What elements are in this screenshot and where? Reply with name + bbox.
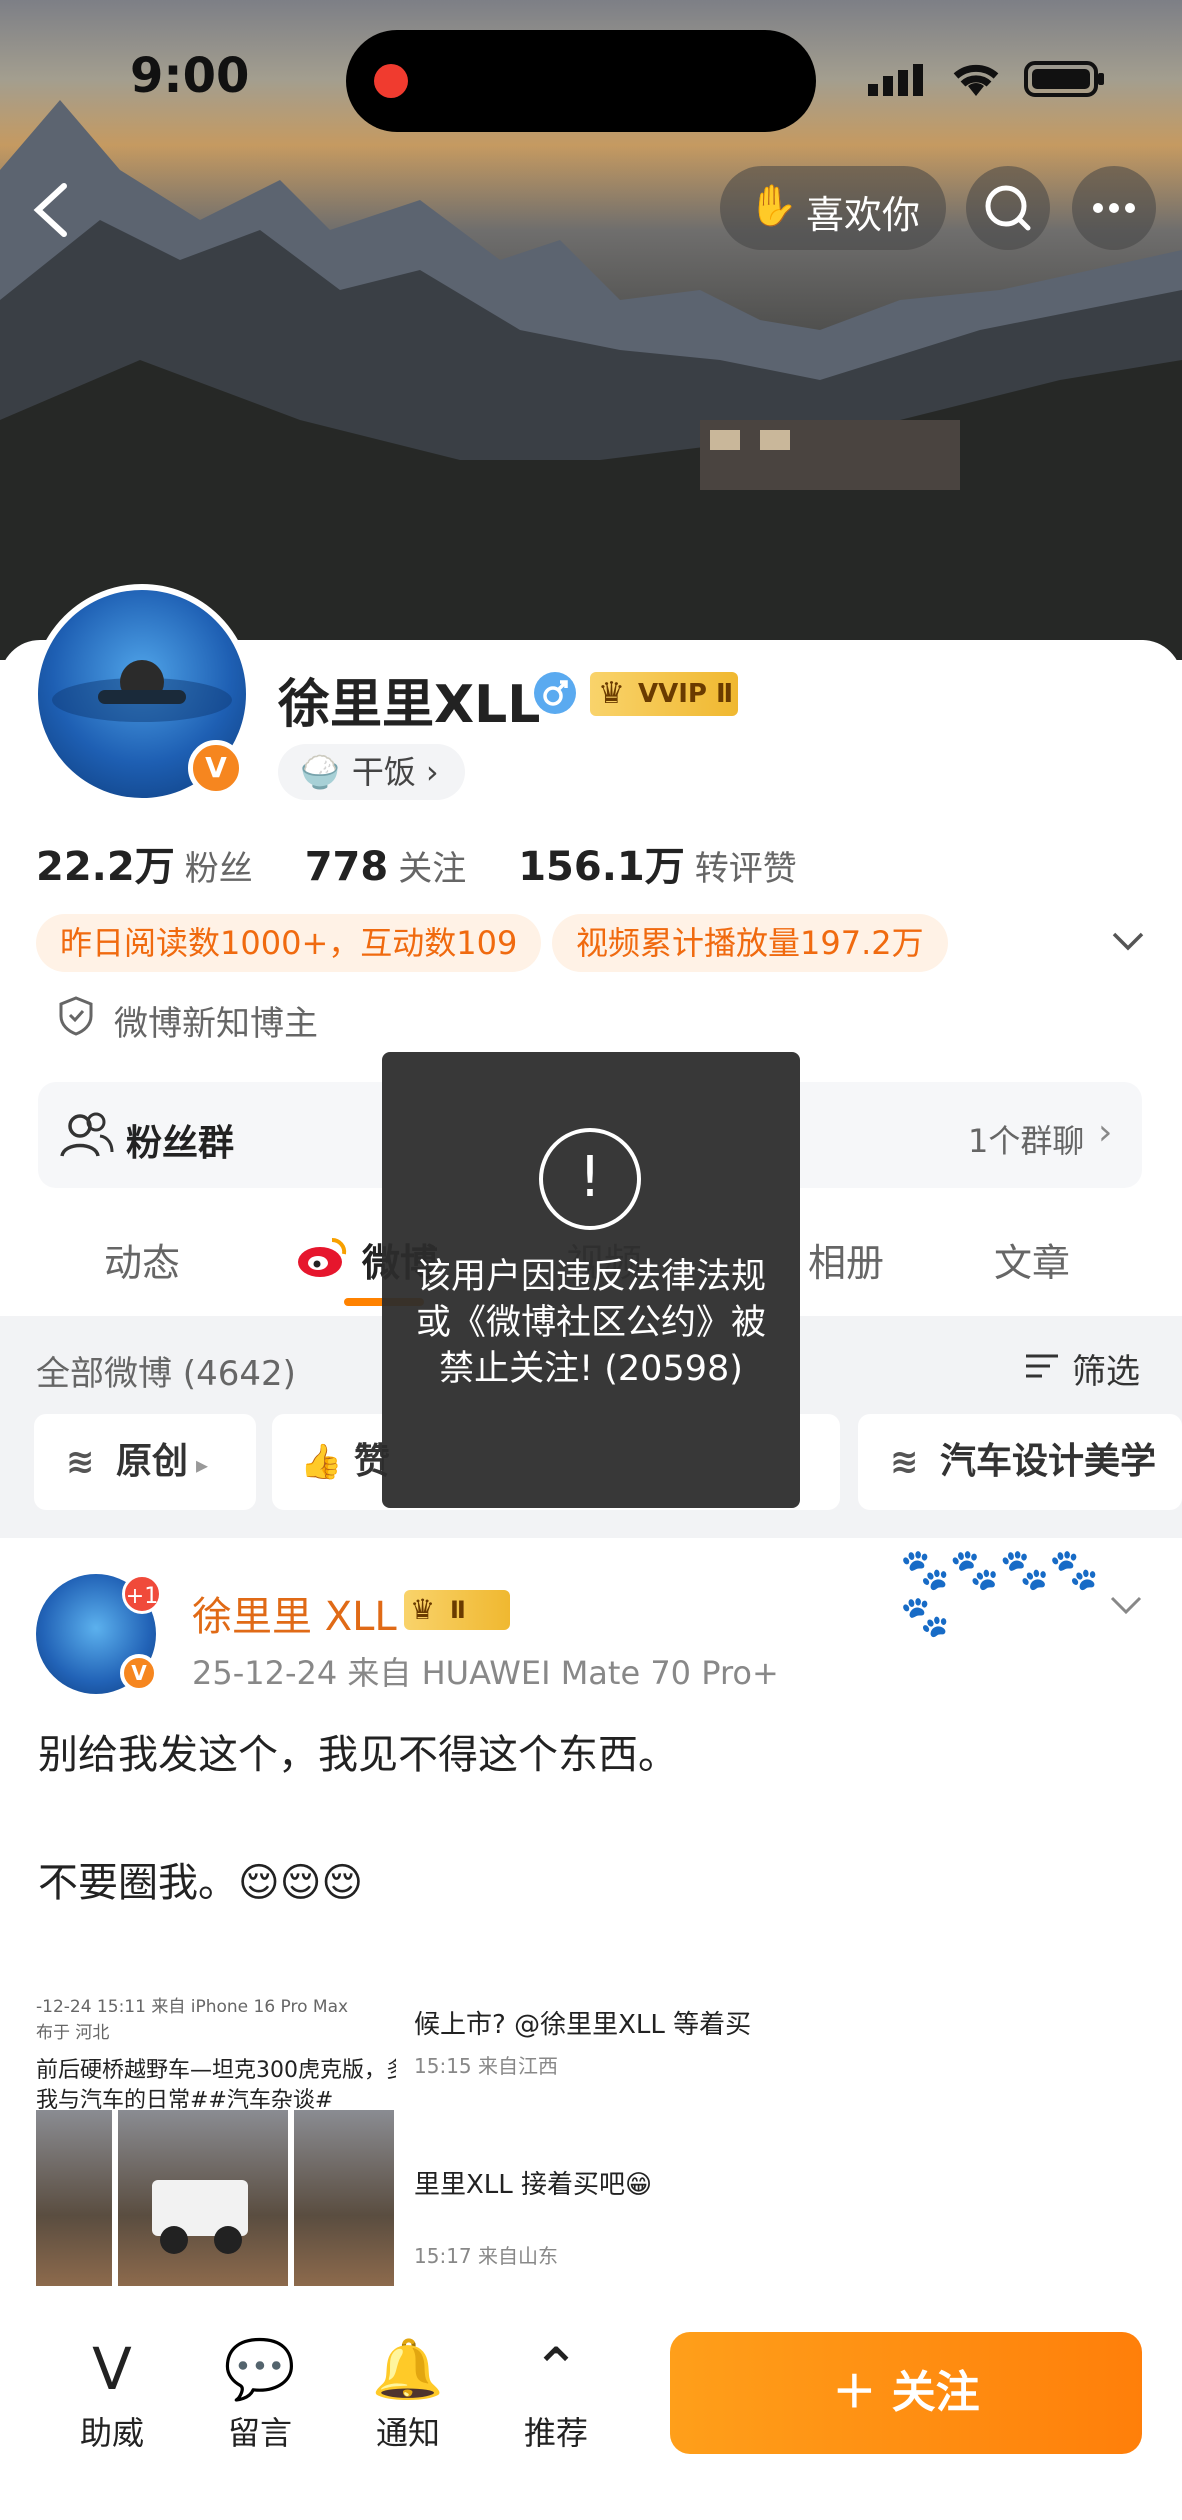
message-icon: 💬 <box>223 2335 297 2403</box>
back-button[interactable] <box>26 178 76 242</box>
wifi-icon <box>948 58 1004 100</box>
chip-original-label: 原创 <box>116 1441 189 1482</box>
fans-label: 粉丝 <box>184 849 253 889</box>
battery-icon <box>1024 60 1106 98</box>
exclamation-icon: ! <box>539 1128 641 1230</box>
chevron-right-icon: › <box>1098 1112 1113 1153</box>
profile-tag[interactable]: 🍚 干饭 › <box>278 744 465 800</box>
post-menu-chevron-down-icon[interactable] <box>1106 1584 1146 1624</box>
likes-count[interactable]: 156.1万 <box>518 844 685 890</box>
embed-comment-1: 候上市? @徐里里XLL 等着买 <box>414 2010 752 2040</box>
cat-paws-decoration-icon: 🐾🐾🐾🐾🐾 <box>900 1547 1100 1640</box>
follow-button[interactable]: ＋ 关注 <box>670 2332 1142 2454</box>
rice-bowl-icon: 🍚 <box>300 753 340 791</box>
message-label: 留言 <box>227 2414 292 2452</box>
like-you-label: 喜欢你 <box>806 193 921 237</box>
back-arrow-icon <box>33 183 67 237</box>
shield-icon <box>56 994 96 1038</box>
fans-group-label: 粉丝群 <box>126 1123 235 1164</box>
post-author[interactable]: 徐里里 XLL <box>192 1584 397 1642</box>
hand-heart-icon: ✋ <box>748 183 798 229</box>
following-count[interactable]: 778 <box>305 844 389 890</box>
post-text-line1: 别给我发这个，我见不得这个东西。 <box>38 1732 678 1778</box>
car-thumbnail-image <box>294 2110 394 2286</box>
post-badge-count: +1 <box>122 1574 162 1614</box>
dynamic-island <box>346 30 816 132</box>
recommend-icon: ⌃ <box>531 2335 581 2403</box>
post-vip-badge: ♛ Ⅱ <box>404 1590 510 1630</box>
message-button[interactable]: 💬 留言 <box>200 2330 320 2454</box>
layers-icon: ≋ <box>66 1442 95 1482</box>
embedded-post-screenshot[interactable]: -12-24 15:11 来自 iPhone 16 Pro Max 布于 河北 … <box>36 1950 396 2286</box>
car-thumbnail-image <box>118 2110 288 2286</box>
embedded-comments-screenshot[interactable]: 候上市? @徐里里XLL 等着买 15:15 来自江西 里里XLL 接着买吧😁 … <box>410 1950 790 2286</box>
more-button[interactable] <box>1072 166 1156 250</box>
cheer-icon: V <box>92 2335 132 2403</box>
embed-comment-2-meta: 15:17 来自山东 <box>414 2244 558 2268</box>
cheer-button[interactable]: V 助威 <box>52 2330 172 2454</box>
fans-group-count: 1个群聊 <box>968 1122 1085 1160</box>
tab-dynamic[interactable]: 动态 <box>104 1232 180 1287</box>
embed-comment-1-meta: 15:15 来自江西 <box>414 2054 558 2078</box>
recommend-button[interactable]: ⌃ 推荐 <box>496 2330 616 2454</box>
embed-text: 前后硬桥越野车—坦克300虎克版，多 <box>36 2058 396 2083</box>
recommend-label: 推荐 <box>523 2414 588 2452</box>
notify-button[interactable]: 🔔 通知 <box>348 2330 468 2454</box>
post-text-line2: 不要圈我。😌😌😌 <box>38 1860 364 1906</box>
crown-icon: ♛ <box>598 676 625 711</box>
status-time: 9:00 <box>130 48 250 104</box>
filter-button[interactable]: 筛选 <box>1072 1344 1140 1393</box>
profile-stats: 22.2万 粉丝 778 关注 156.1万 转评赞 <box>36 834 849 892</box>
cheer-label: 助威 <box>79 2414 144 2452</box>
notify-label: 通知 <box>375 2414 440 2452</box>
recording-dot-icon <box>374 64 408 98</box>
video-stats-pill[interactable]: 视频累计播放量197.2万 <box>552 914 948 972</box>
vvip-badge[interactable]: ♛ VVIP Ⅱ <box>590 672 738 716</box>
group-users-icon <box>60 1110 114 1160</box>
embed-comment-2: 里里XLL 接着买吧😁 <box>414 2170 653 2200</box>
all-weibo-count[interactable]: 全部微博 (4642) <box>36 1346 296 1395</box>
layers-icon: ≋ <box>890 1442 919 1482</box>
search-button[interactable] <box>966 166 1050 250</box>
embed-location: 布于 河北 <box>36 2023 110 2043</box>
post-meta: 25-12-24 来自 HUAWEI Mate 70 Pro+ <box>192 1654 779 1692</box>
following-label: 关注 <box>398 849 467 889</box>
tab-article[interactable]: 文章 <box>994 1232 1070 1287</box>
search-icon <box>985 185 1031 231</box>
chevron-right-icon: › <box>425 753 439 791</box>
read-stats-pill[interactable]: 昨日阅读数1000+，互动数109 <box>36 914 542 972</box>
role-label: 微博新知博主 <box>114 1004 318 1044</box>
weibo-logo-icon <box>294 1232 350 1282</box>
chip-car-design[interactable]: ≋ 汽车设计美学 <box>858 1414 1182 1510</box>
verified-v-icon: V <box>188 740 244 796</box>
crown-icon: ♛ <box>410 1593 436 1626</box>
signal-icon <box>866 62 926 98</box>
error-toast: ! 该用户因违反法律法规或《微博社区公约》被禁止关注! (20598) <box>382 1052 800 1508</box>
toast-message: 该用户因违反法律法规或《微博社区公约》被禁止关注! (20598) <box>415 1257 766 1389</box>
fans-count[interactable]: 22.2万 <box>36 844 175 890</box>
profile-tag-label: 干饭 <box>351 753 416 791</box>
verified-v-icon: V <box>120 1654 158 1692</box>
thumb-up-icon: 👍 <box>300 1442 343 1482</box>
like-you-button[interactable]: ✋ 喜欢你 <box>720 166 946 250</box>
likes-label: 转评赞 <box>694 849 797 889</box>
chip-original[interactable]: ≋ 原创 ▸ <box>34 1414 256 1510</box>
embed-meta: -12-24 15:11 来自 iPhone 16 Pro Max <box>36 1997 349 2017</box>
male-icon <box>534 672 576 714</box>
tab-album[interactable]: 相册 <box>808 1232 884 1287</box>
bell-icon: 🔔 <box>371 2335 445 2403</box>
expand-chevron-down-icon[interactable] <box>1108 920 1148 960</box>
chip-car-design-label: 汽车设计美学 <box>940 1441 1157 1482</box>
more-icon <box>1093 203 1135 213</box>
filter-icon <box>1022 1346 1062 1386</box>
profile-name: 徐里里XLL <box>278 675 541 735</box>
car-thumbnail-image <box>36 2110 112 2286</box>
